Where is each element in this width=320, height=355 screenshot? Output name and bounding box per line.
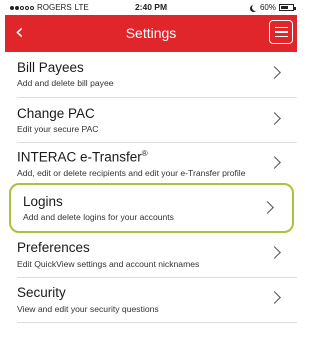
settings-item-bill-payees[interactable]: Bill Payees Add and delete bill payee xyxy=(5,52,297,97)
settings-item-change-pac[interactable]: Change PAC Edit your secure PAC xyxy=(5,98,297,142)
chevron-right-icon xyxy=(268,156,281,169)
chevron-right-icon xyxy=(268,291,281,304)
chevron-right-icon xyxy=(268,112,281,125)
item-description: Edit QuickView settings and account nick… xyxy=(17,259,200,269)
item-label: INTERAC e-Transfer® xyxy=(17,149,148,165)
battery-icon xyxy=(279,4,296,11)
status-bar: ROGERS LTE 2:40 PM 60% xyxy=(0,0,302,15)
item-label: Bill Payees xyxy=(17,60,84,75)
chevron-right-icon xyxy=(268,246,281,259)
item-label: Change PAC xyxy=(17,106,95,121)
divider xyxy=(17,322,297,323)
settings-item-logins[interactable]: Logins Add and delete logins for your ac… xyxy=(9,183,294,233)
item-description: Add and delete logins for your accounts xyxy=(23,212,174,222)
item-label: Security xyxy=(17,285,66,300)
hamburger-menu-icon xyxy=(274,26,288,29)
status-right: 60% xyxy=(250,3,296,12)
settings-item-interac-etransfer[interactable]: INTERAC e-Transfer® Add, edit or delete … xyxy=(5,143,297,185)
settings-item-preferences[interactable]: Preferences Edit QuickView settings and … xyxy=(5,235,297,277)
item-label: Preferences xyxy=(17,240,90,255)
item-label-text: INTERAC e-Transfer xyxy=(17,149,142,165)
settings-item-security[interactable]: Security View and edit your security que… xyxy=(5,278,297,322)
battery-percent: 60% xyxy=(259,3,276,12)
chevron-right-icon xyxy=(261,201,274,214)
item-description: Add, edit or delete recipients and edit … xyxy=(17,168,246,178)
page-title: Settings xyxy=(125,25,177,41)
nav-bar: ‹ Settings xyxy=(5,15,297,52)
item-description: Edit your secure PAC xyxy=(17,124,99,134)
menu-button[interactable] xyxy=(269,20,293,44)
item-description: View and edit your security questions xyxy=(17,304,159,314)
item-label: Logins xyxy=(23,194,63,209)
registered-mark: ® xyxy=(141,149,148,158)
chevron-right-icon xyxy=(268,66,281,79)
item-description: Add and delete bill payee xyxy=(17,78,114,88)
do-not-disturb-icon xyxy=(252,4,259,11)
